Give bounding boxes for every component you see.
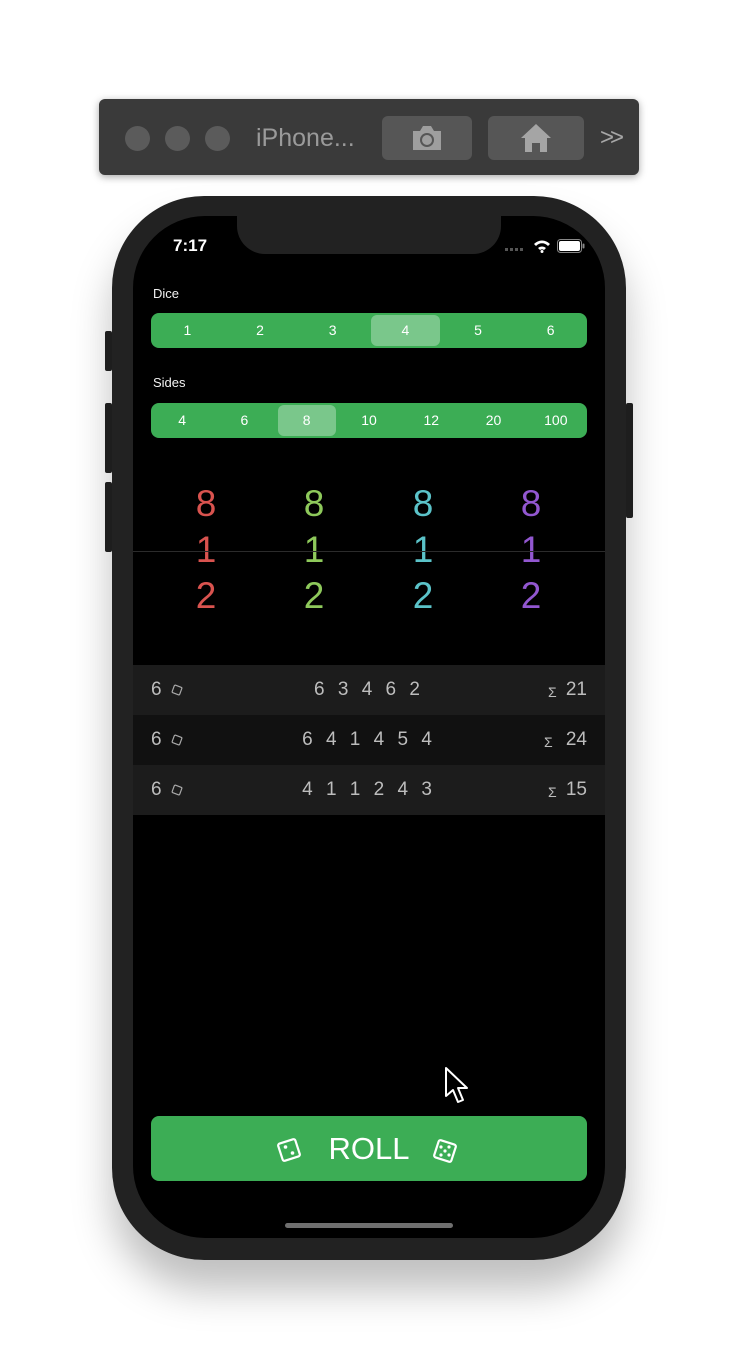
sides-option[interactable]: 4 xyxy=(153,405,211,436)
dice-option[interactable]: 3 xyxy=(298,315,367,346)
die-value-current: 1 xyxy=(303,529,325,570)
sides-option-selected[interactable]: 8 xyxy=(277,405,336,436)
die-wheel[interactable]: 8 1 2 xyxy=(501,481,561,619)
roll-label: ROLL xyxy=(328,1131,410,1166)
status-time: 7:17 xyxy=(173,236,208,255)
volume-up-button xyxy=(105,403,112,473)
selection-divider xyxy=(133,551,605,552)
history-row[interactable]: 6 6 4 1 4 5 4 Σ 24 xyxy=(133,715,605,765)
home-button[interactable] xyxy=(488,116,584,160)
dice-count-picker: 1 2 3 4 5 6 xyxy=(151,313,587,348)
history-sum: 24 xyxy=(565,729,587,750)
dice-option[interactable]: 5 xyxy=(444,315,513,346)
mute-switch xyxy=(105,331,112,371)
wifi-icon xyxy=(534,240,550,253)
mouse-cursor-icon xyxy=(445,1067,468,1103)
camera-icon xyxy=(413,126,441,150)
close-window-button[interactable] xyxy=(125,126,150,151)
die-wheel[interactable]: 8 1 2 xyxy=(176,481,236,619)
history-row[interactable]: 6 6 3 4 6 2 Σ 21 xyxy=(133,665,605,715)
sides-option[interactable]: 6 xyxy=(215,405,273,436)
die-value-current: 1 xyxy=(520,529,542,570)
die-value-current: 1 xyxy=(195,529,217,570)
dice-option-selected[interactable]: 4 xyxy=(371,315,440,346)
notch xyxy=(237,216,501,254)
sides-option[interactable]: 100 xyxy=(527,405,585,436)
house-icon xyxy=(521,124,551,152)
die-value-below: 2 xyxy=(412,575,434,616)
die-value-below: 2 xyxy=(303,575,325,616)
battery-icon xyxy=(557,239,585,253)
sides-option[interactable]: 20 xyxy=(464,405,522,436)
cellular-signal-icon xyxy=(505,248,523,251)
roll-history: 6 6 3 4 6 2 Σ 21 6 6 4 1 4 5 4 Σ 24 6 4 … xyxy=(133,665,605,815)
die-value-below: 2 xyxy=(520,575,542,616)
history-values: 4 1 1 2 4 3 xyxy=(302,779,436,800)
sides-picker: 4 6 8 10 12 20 100 xyxy=(151,403,587,438)
die-five-icon xyxy=(433,1139,457,1163)
die-value-above: 8 xyxy=(520,483,542,524)
toolbar-overflow-icon[interactable]: >> xyxy=(600,120,630,156)
die-value-below: 2 xyxy=(195,575,217,616)
dice-option[interactable]: 2 xyxy=(226,315,295,346)
sigma-icon: Σ xyxy=(544,734,553,750)
die-value-above: 8 xyxy=(195,483,217,524)
phone-screen: 7:17 Dice 1 2 3 4 5 6 Sides 4 6 8 10 12 … xyxy=(133,216,605,1238)
die-wheel[interactable]: 8 1 2 xyxy=(393,481,453,619)
history-row[interactable]: 6 4 1 1 2 4 3 Σ 15 xyxy=(133,765,605,815)
history-values: 6 4 1 4 5 4 xyxy=(302,729,436,750)
sides-option[interactable]: 12 xyxy=(402,405,460,436)
minimize-window-button[interactable] xyxy=(165,126,190,151)
status-icons xyxy=(505,238,585,254)
history-sum: 15 xyxy=(565,779,587,800)
simulator-title: iPhone... xyxy=(256,124,355,152)
die-value-above: 8 xyxy=(303,483,325,524)
dice-label: Dice xyxy=(153,286,180,301)
zoom-window-button[interactable] xyxy=(205,126,230,151)
sigma-icon: Σ xyxy=(548,784,557,800)
volume-down-button xyxy=(105,482,112,552)
die-value-current: 1 xyxy=(412,529,434,570)
sides-label: Sides xyxy=(153,375,186,390)
home-indicator[interactable] xyxy=(285,1223,453,1228)
sigma-icon: Σ xyxy=(548,684,557,700)
die-wheel[interactable]: 8 1 2 xyxy=(284,481,344,619)
history-values: 6 3 4 6 2 xyxy=(314,679,424,700)
roll-button[interactable]: ROLL xyxy=(151,1116,587,1181)
die-value-above: 8 xyxy=(412,483,434,524)
power-button xyxy=(626,403,633,518)
dice-option[interactable]: 1 xyxy=(153,315,222,346)
history-sum: 21 xyxy=(565,679,587,700)
sides-option[interactable]: 10 xyxy=(340,405,398,436)
screenshot-button[interactable] xyxy=(382,116,472,160)
dice-option[interactable]: 6 xyxy=(516,315,585,346)
